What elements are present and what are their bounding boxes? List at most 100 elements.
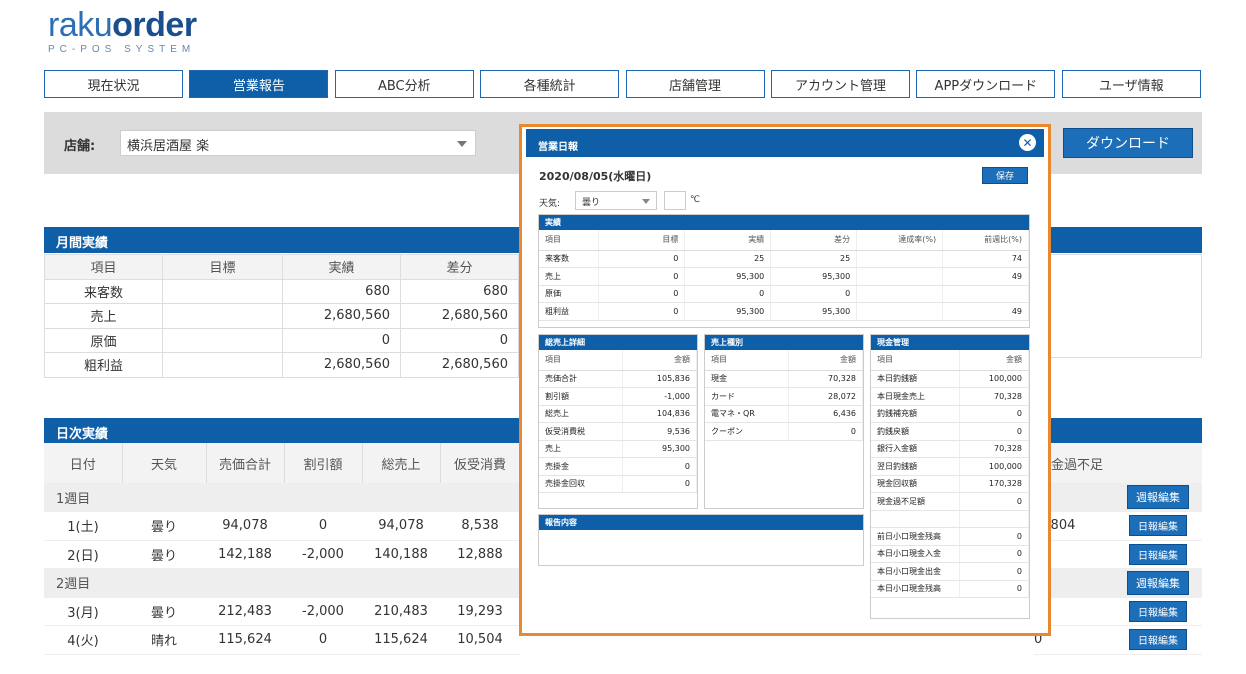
column-header: 前週比(%) [942,230,1029,251]
store-select[interactable]: 横浜居酒屋 楽 [120,130,476,156]
table-cell: 釣銭戻額 [871,422,960,441]
table-cell: 19,293 [440,597,520,626]
table-row: 本日小口現金出金 0 [871,562,1030,581]
table-cell: 原価 [539,285,600,303]
table-cell: 0 [684,285,772,303]
week-row: 週報編集 [1034,568,1202,598]
temperature-input[interactable] [664,191,686,210]
table-cell: 来客数 [539,250,600,268]
table-cell: 現金過不足額 [871,492,960,511]
table-cell: 0 [959,422,1030,441]
report-content-textarea[interactable] [539,530,863,565]
table-cell: 95,300 [684,267,772,286]
table-row: 本日小口現金入金 0 [871,545,1030,563]
nav-tab[interactable]: ABC分析 [334,70,474,98]
table-cell: 日報編集 [1114,597,1202,626]
table-cell [162,303,283,329]
results-box: 実績 項目 目標 実績 差分 達成率(%) 前週比(%) 来客数 0 25 25 74 売上 0 95,3… [538,214,1030,328]
table-row: 本日現金売上 70,328 [871,387,1030,406]
table-cell: 95,300 [770,302,858,321]
weather-select[interactable]: 曇り [575,191,657,210]
table-cell: 0 [598,285,686,303]
table-cell: 4(火) [44,625,122,655]
table-cell: 売上 [539,440,623,458]
table-row: 原価 0 0 0 [539,285,1029,303]
day-edit-button[interactable]: 日報編集 [1129,629,1187,651]
table-row: 売上 0 95,300 95,300 49 [539,267,1029,286]
table-cell: 本日小口現金出金 [871,562,960,581]
week-edit-button[interactable]: 週報編集 [1127,570,1189,595]
table-cell [162,278,283,304]
day-edit-button[interactable]: 日報編集 [1129,600,1187,622]
table-row: 来客数 680 680 [44,278,519,304]
table-cell: 売上 [539,267,600,286]
table-cell [856,250,944,268]
table-row: 0日報編集 [1034,625,1202,655]
table-cell: 日報編集 [1114,540,1202,569]
column-header: 差分 [770,230,858,251]
week-edit-button[interactable]: 週報編集 [1127,485,1189,509]
table-header-row: 項目 目標 実績 差分 達成率(%) 前週比(%) [539,230,1029,251]
table-cell [959,510,1030,528]
download-button[interactable]: ダウンロード [1063,128,1193,158]
table-cell: 95,300 [622,440,698,458]
table-cell [856,302,944,321]
table-cell: -2,000 [284,540,362,569]
table-header-row: 項目 金額 [705,350,863,371]
nav-tab[interactable]: 現在状況 [44,70,183,98]
table-row: 電マネ・QR 6,436 [705,405,863,423]
table-row: 翌日釣銭額 100,000 [871,457,1030,476]
report-content-box: 報告内容 [538,514,864,566]
table-cell: 170,328 [959,475,1030,493]
table-cell: 割引額 [539,387,623,406]
table-cell: 週報編集 [1114,483,1202,512]
column-header: 項目 [539,350,623,371]
column-header: 金額 [788,350,863,371]
save-button[interactable]: 保存 [982,167,1028,184]
main-nav: 現在状況 営業報告 ABC分析 各種統計 店舗管理 アカウント管理 APPダウンロード ユーザ… [44,70,1207,98]
table-row: カード 28,072 [705,387,863,406]
table-header-row: 項目 金額 [539,350,698,371]
table-cell: 0 [284,511,362,541]
day-edit-button[interactable]: 日報編集 [1129,515,1187,537]
nav-tab[interactable]: 店舗管理 [625,70,765,98]
close-icon[interactable]: ✕ [1019,134,1036,151]
table-cell: 2,680,560 [282,352,401,378]
nav-tab[interactable]: 各種統計 [480,70,620,98]
nav-tab[interactable]: アカウント管理 [770,70,910,98]
nav-tab[interactable]: APPダウンロード [916,70,1056,98]
table-cell: 105,836 [622,370,698,388]
logo-part1: raku [48,6,113,44]
table-cell: 0 [959,527,1030,546]
table-cell: 142,188 [206,540,284,569]
table-row: 仮受消費税 9,536 [539,422,698,441]
table-row: 現金過不足額 0 [871,492,1030,511]
column-header: 金額 [959,350,1030,371]
table-row: 粗利益 0 95,300 95,300 49 [539,302,1029,321]
nav-tab[interactable]: ユーザ情報 [1061,70,1201,98]
column-header: 達成率(%) [856,230,944,251]
column-header: 売価合計 [206,443,285,483]
table-cell: 週報編集 [1114,568,1202,598]
cash-management-box: 現金管理 項目 金額 本日釣銭額 100,000 本日現金売上 70,328 釣銭補充額 0 釣… [870,334,1030,619]
daily-table-right: 現金過不足週報編集12804日報編集0日報編集週報編集0日報編集0日報編集 [1034,443,1202,655]
column-header: 項目 [871,350,960,371]
week-row: 1週目 [44,483,520,512]
day-edit-button[interactable]: 日報編集 [1129,543,1187,565]
column-header: 割引額 [284,443,363,483]
table-row [871,510,1030,528]
table-cell: 115,624 [362,625,440,655]
table-cell: 10,504 [440,625,520,655]
nav-tab[interactable]: 営業報告 [189,70,329,98]
table-cell: 曇り [122,597,206,626]
table-cell: 来客数 [44,278,163,304]
table-row: 売掛金 0 [539,457,698,476]
table-cell: 25 [684,250,772,268]
table-row: 現金回収額 170,328 [871,475,1030,493]
daily-table: 日付 天気 売価合計 割引額 総売上 仮受消費 1週目 1(土) 曇り 94,078 0 94,078… [44,443,521,655]
report-date: 2020/08/05(水曜日) [539,170,652,183]
table-cell: 2,680,560 [400,303,519,329]
chevron-down-icon [457,141,467,147]
table-cell: 9,536 [622,422,698,441]
table-row: 売価合計 105,836 [539,370,698,388]
